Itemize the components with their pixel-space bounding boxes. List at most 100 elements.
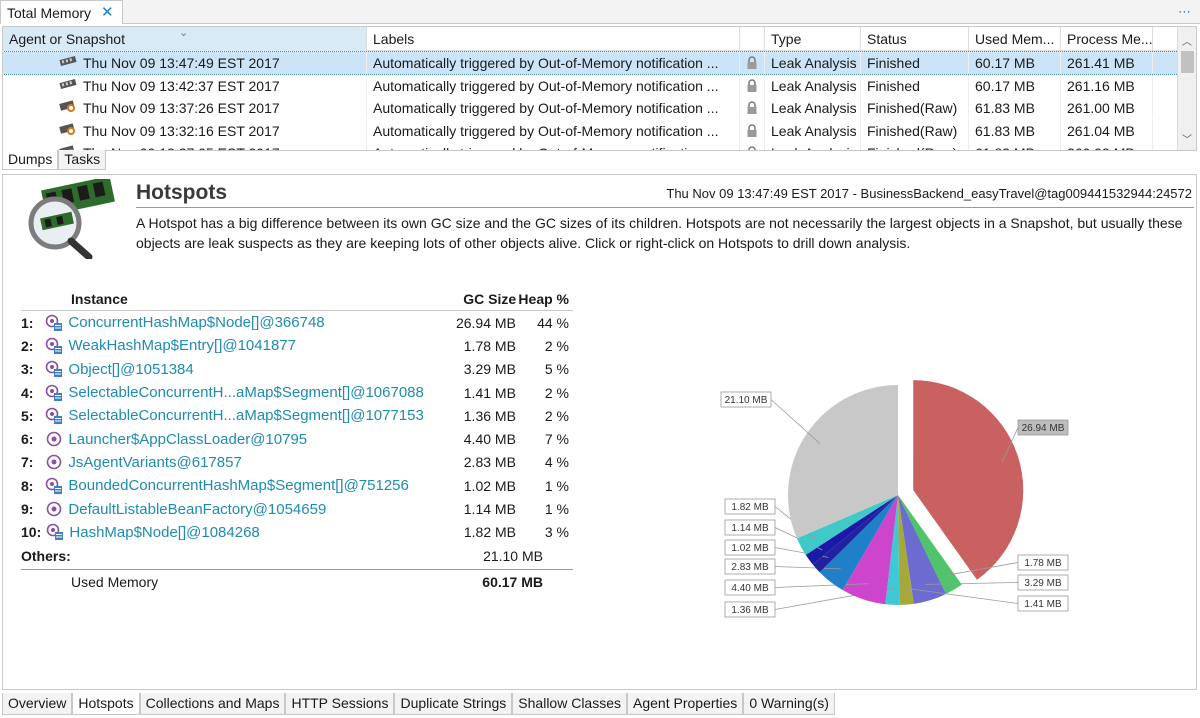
vertical-scrollbar[interactable]: ︿ ﹀ bbox=[1177, 27, 1196, 150]
snapshot-cell: Thu Nov 09 13:37:26 EST 2017 bbox=[3, 97, 367, 119]
tab-tasks[interactable]: Tasks bbox=[58, 150, 107, 170]
tab-duplicate-strings[interactable]: Duplicate Strings bbox=[394, 693, 513, 715]
type-cell: Leak Analysis bbox=[765, 74, 861, 97]
heap-percent: 1 % bbox=[544, 501, 569, 518]
gc-size: 3.29 MB bbox=[463, 361, 516, 378]
scroll-down-icon[interactable]: ﹀ bbox=[1182, 131, 1192, 146]
memory-magnifier-icon bbox=[28, 179, 115, 259]
pie-label: 26.94 MB bbox=[1022, 423, 1065, 434]
rank: 2: bbox=[21, 337, 34, 354]
heap-percent: 3 % bbox=[544, 524, 569, 541]
instance-link[interactable]: ConcurrentHashMap$Node[]@366748 bbox=[68, 314, 440, 331]
status-cell: Finished(Raw) bbox=[861, 97, 969, 119]
hotspot-row[interactable]: 5: SelectableConcurrentH...aMap$Segment[]… bbox=[21, 404, 573, 427]
tab-0-warning-s[interactable]: 0 Warning(s) bbox=[743, 693, 835, 715]
instance-link[interactable]: JsAgentVariants@617857 bbox=[68, 454, 440, 471]
hotspot-row[interactable]: 7: JsAgentVariants@617857 2.83 MB 4 % bbox=[21, 451, 573, 474]
instance-link[interactable]: DefaultListableBeanFactory@1054659 bbox=[68, 501, 440, 518]
instance-link[interactable]: BoundedConcurrentHashMap$Segment[]@75125… bbox=[68, 477, 440, 494]
hotspot-row[interactable]: 9: DefaultListableBeanFactory@1054659 1.14… bbox=[21, 497, 573, 520]
rank: 3: bbox=[21, 361, 34, 378]
used-memory-cell: 60.17 MB bbox=[969, 52, 1061, 74]
table-row[interactable]: Thu Nov 09 13:37:26 EST 2017 Automaticall… bbox=[3, 97, 1178, 119]
hotspot-row[interactable]: 4: SelectableConcurrentH...aMap$Segment[]… bbox=[21, 381, 573, 404]
column-label: Agent or Snapshot bbox=[9, 31, 125, 47]
scroll-thumb[interactable] bbox=[1181, 51, 1194, 73]
table-row[interactable]: Thu Nov 09 13:32:16 EST 2017 Automaticall… bbox=[3, 119, 1178, 142]
hotspot-row[interactable]: 6: Launcher$AppClassLoader@10795 4.40 MB 7 … bbox=[21, 427, 573, 450]
snapshot-meta: Thu Nov 09 13:47:49 EST 2017 - BusinessB… bbox=[666, 186, 1192, 201]
tab-agent-properties[interactable]: Agent Properties bbox=[627, 693, 744, 715]
instance-link[interactable]: Launcher$AppClassLoader@10795 bbox=[68, 431, 440, 448]
gc-size: 2.83 MB bbox=[463, 454, 516, 471]
tab-overview[interactable]: Overview bbox=[2, 693, 73, 715]
instance-link[interactable]: Object[]@1051384 bbox=[68, 361, 440, 378]
scroll-up-icon[interactable]: ︿ bbox=[1182, 33, 1192, 48]
column-type[interactable]: Type bbox=[765, 27, 861, 51]
tab-total-memory-label: Total Memory bbox=[7, 4, 92, 21]
heap-percent: 5 % bbox=[544, 361, 569, 378]
tab-dumps[interactable]: Dumps bbox=[2, 150, 59, 170]
column-used-memory[interactable]: Used Mem... bbox=[969, 27, 1061, 51]
process-memory-cell: 261.41 MB bbox=[1061, 52, 1153, 74]
status-cell: Finished(Raw) bbox=[861, 119, 969, 142]
tab-shallow-classes[interactable]: Shallow Classes bbox=[512, 693, 628, 715]
hotspots-table-header: Instance GC Size Heap % bbox=[21, 291, 573, 311]
gc-size: 1.78 MB bbox=[463, 337, 516, 354]
status-cell: Finished(Raw) bbox=[861, 142, 969, 150]
hotspot-row[interactable]: 8: BoundedConcurrentHashMap$Segment[]@751… bbox=[21, 474, 573, 497]
used-memory-cell: 60.17 MB bbox=[969, 74, 1061, 97]
pie-label: 1.02 MB bbox=[731, 543, 769, 554]
column-labels[interactable]: Labels bbox=[367, 27, 740, 51]
hotspots-table: Instance GC Size Heap % 1: ConcurrentHash… bbox=[21, 291, 573, 594]
rank: 9: bbox=[21, 501, 34, 518]
table-row[interactable]: Thu Nov 09 13:27:05 EST 2017 Automaticall… bbox=[3, 142, 1178, 150]
title-divider bbox=[136, 207, 1194, 208]
lock-icon bbox=[740, 142, 765, 150]
used-memory-cell: 61.83 MB bbox=[969, 119, 1061, 142]
rank: 7: bbox=[21, 454, 34, 471]
hotspot-row[interactable]: 1: ConcurrentHashMap$Node[]@366748 26.94 M… bbox=[21, 311, 573, 334]
hotspot-row[interactable]: 2: WeakHashMap$Entry[]@1041877 1.78 MB 2 % bbox=[21, 334, 573, 357]
used-memory-cell: 61.83 MB bbox=[969, 97, 1061, 119]
others-label: Others: bbox=[21, 547, 71, 564]
object-icon bbox=[40, 453, 68, 471]
column-lock[interactable] bbox=[740, 27, 765, 51]
column-process-memory[interactable]: Process Me... bbox=[1061, 27, 1153, 51]
label-cell: Automatically triggered by Out-of-Memory… bbox=[367, 119, 740, 142]
table-row[interactable]: Thu Nov 09 13:47:49 EST 2017 Automaticall… bbox=[3, 51, 1179, 75]
rank: 8: bbox=[21, 477, 34, 494]
tab-hotspots[interactable]: Hotspots bbox=[72, 693, 140, 715]
tab-collections-and-maps[interactable]: Collections and Maps bbox=[139, 693, 286, 715]
header-heap: Heap % bbox=[518, 291, 569, 307]
gc-size: 1.41 MB bbox=[463, 384, 516, 401]
heap-percent: 44 % bbox=[537, 314, 569, 331]
snapshot-time: Thu Nov 09 13:42:37 EST 2017 bbox=[83, 77, 280, 94]
pie-label: 1.14 MB bbox=[731, 523, 769, 534]
pie-label: 21.10 MB bbox=[725, 395, 768, 406]
hotspot-row[interactable]: 10: HashMap$Node[]@1084268 1.82 MB 3 % bbox=[21, 521, 573, 544]
instance-link[interactable]: HashMap$Node[]@1084268 bbox=[69, 524, 440, 541]
instance-link[interactable]: SelectableConcurrentH...aMap$Segment[]@1… bbox=[68, 384, 440, 401]
tab-total-memory[interactable]: Total Memory ✕ bbox=[0, 0, 123, 24]
tab-http-sessions[interactable]: HTTP Sessions bbox=[285, 693, 395, 715]
hotspots-description: A Hotspot has a big difference between i… bbox=[136, 215, 1183, 251]
table-row[interactable]: Thu Nov 09 13:42:37 EST 2017 Automaticall… bbox=[3, 74, 1178, 97]
object-icon bbox=[40, 500, 68, 518]
page-title: Hotspots bbox=[136, 181, 227, 204]
heap-percent: 4 % bbox=[544, 454, 569, 471]
status-cell: Finished bbox=[861, 74, 969, 97]
label-cell: Automatically triggered by Out-of-Memory… bbox=[367, 52, 740, 74]
column-agent-or-snapshot[interactable]: Agent or Snapshot ⌄ bbox=[3, 27, 367, 51]
rank: 1: bbox=[21, 314, 34, 331]
snapshot-time: Thu Nov 09 13:47:49 EST 2017 bbox=[83, 55, 280, 71]
view-menu-icon[interactable]: ⋯ bbox=[1178, 4, 1192, 20]
column-status[interactable]: Status bbox=[861, 27, 969, 51]
instance-link[interactable]: SelectableConcurrentH...aMap$Segment[]@1… bbox=[68, 407, 440, 424]
snapshot-time: Thu Nov 09 13:32:16 EST 2017 bbox=[83, 122, 280, 139]
close-icon[interactable]: ✕ bbox=[101, 5, 114, 20]
label-cell: Automatically triggered by Out-of-Memory… bbox=[367, 74, 740, 97]
raw-snapshot-icon bbox=[59, 120, 77, 142]
hotspot-row[interactable]: 3: Object[]@1051384 3.29 MB 5 % bbox=[21, 358, 573, 381]
instance-link[interactable]: WeakHashMap$Entry[]@1041877 bbox=[68, 337, 440, 354]
